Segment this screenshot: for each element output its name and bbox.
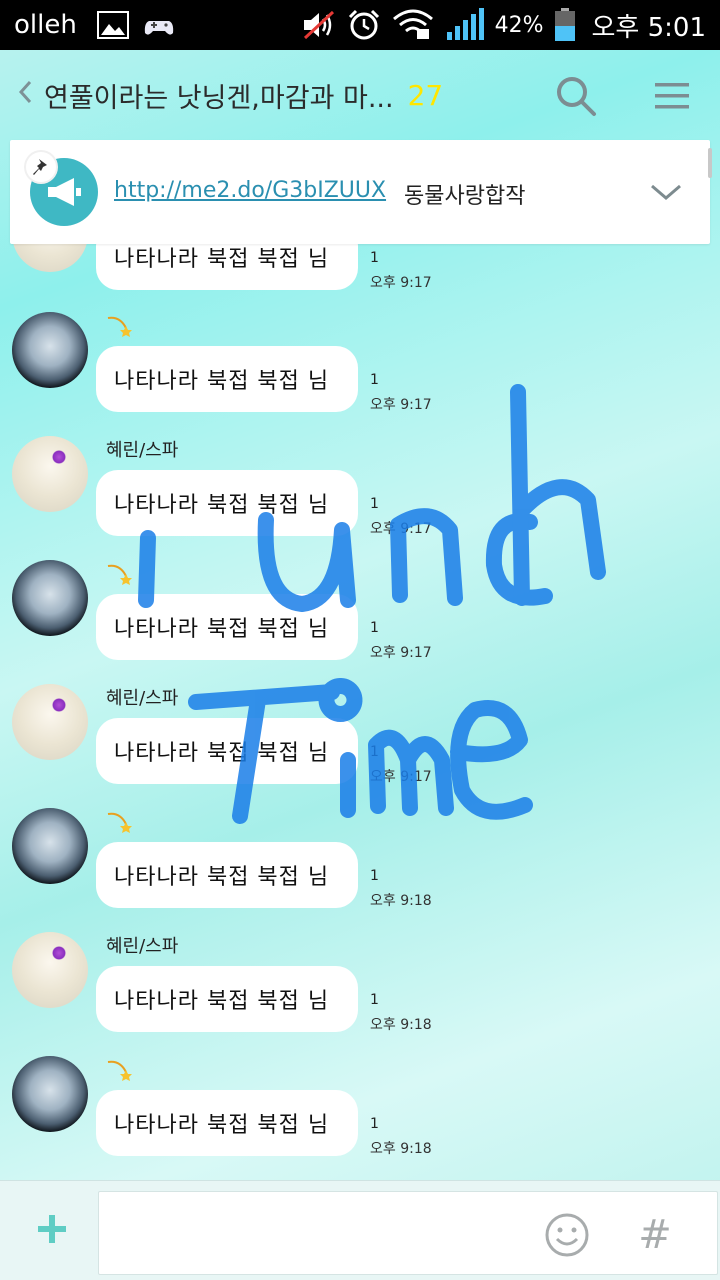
avatar[interactable] [12, 808, 88, 884]
message-item: 혜린/스파 나타나라 북접 북접 님 1 오후 9:17 [0, 684, 720, 804]
message-time: 오후 9:18 [370, 1141, 432, 1157]
pin-icon[interactable] [26, 152, 56, 182]
status-clock: 오후 5:01 [591, 12, 707, 43]
announcement-banner[interactable]: http://me2.do/G3bIZUUX 동물사랑합작 [10, 140, 710, 244]
hashtag-button[interactable]: # [632, 1212, 678, 1258]
chevron-left-icon [18, 80, 32, 103]
chat-title[interactable]: 연풀이라는 낫닝겐,마감과 마... [44, 76, 394, 115]
chevron-down-icon [651, 184, 681, 200]
carrier-name: olleh [14, 10, 77, 40]
shooting-star-icon [107, 564, 132, 585]
unread-count: 1 [370, 744, 379, 760]
avatar[interactable] [12, 312, 88, 388]
sender-name: 혜린/스파 [106, 440, 179, 461]
shooting-star-icon [107, 812, 132, 833]
sender-name: 혜린/스파 [106, 688, 179, 709]
avatar[interactable] [12, 684, 88, 760]
gamepad-icon [143, 11, 175, 39]
announcement-link[interactable]: http://me2.do/G3bIZUUX [114, 178, 386, 203]
message-input[interactable] [98, 1191, 718, 1275]
message-item: 나타나라 북접 북접 님 1 오후 9:18 [0, 808, 720, 928]
message-item: 나타나라 북접 북접 님 1 오후 9:17 [0, 560, 720, 680]
chat-header: 연풀이라는 낫닝겐,마감과 마... 27 [0, 50, 720, 140]
avatar[interactable] [12, 1056, 88, 1132]
message-time: 오후 9:17 [370, 397, 432, 413]
shooting-star-icon [107, 1060, 132, 1081]
menu-button[interactable] [648, 72, 696, 120]
search-icon [557, 77, 596, 116]
battery-icon [554, 8, 575, 41]
mute-icon [303, 10, 334, 40]
message-time: 오후 9:17 [370, 521, 432, 537]
member-count: 27 [407, 78, 444, 112]
message-item: 혜린/스파 나타나라 북접 북접 님 1 오후 9:18 [0, 932, 720, 1052]
message-item: 나타나라 북접 북접 님 1 오후 9:18 [0, 1056, 720, 1176]
hamburger-menu-icon [655, 83, 689, 109]
message-time: 오후 9:18 [370, 1017, 432, 1033]
battery-percent: 42% [494, 12, 544, 38]
emoji-button[interactable] [544, 1212, 590, 1258]
unread-count: 1 [370, 992, 379, 1008]
message-time: 오후 9:17 [370, 645, 432, 661]
attach-button[interactable] [26, 1203, 78, 1255]
message-item: 혜린/스파 나타나라 북접 북접 님 1 오후 9:17 [0, 436, 720, 556]
unread-count: 1 [370, 620, 379, 636]
message-time: 오후 9:17 [370, 275, 432, 291]
status-bar: olleh 42% 오후 5:01 [0, 0, 720, 50]
plus-icon [38, 1215, 66, 1243]
avatar[interactable] [12, 560, 88, 636]
message-time: 오후 9:17 [370, 769, 432, 785]
emoji-icon [545, 1213, 589, 1257]
message-bubble[interactable]: 나타나라 북접 북접 님 [96, 1090, 358, 1156]
back-button[interactable] [10, 78, 40, 113]
message-bubble[interactable]: 나타나라 북접 북접 님 [96, 594, 358, 660]
search-button[interactable] [552, 72, 600, 120]
avatar[interactable] [12, 932, 88, 1008]
sender-name: 혜린/스파 [106, 936, 179, 957]
unread-count: 1 [370, 1116, 379, 1132]
signal-icon [446, 8, 484, 40]
message-input-bar [0, 1180, 720, 1280]
unread-count: 1 [370, 868, 379, 884]
message-bubble[interactable]: 나타나라 북접 북접 님 [96, 470, 358, 536]
avatar[interactable] [12, 436, 88, 512]
image-icon [96, 11, 129, 39]
message-bubble[interactable]: 나타나라 북접 북접 님 [96, 966, 358, 1032]
expand-announcement-button[interactable] [646, 174, 686, 210]
message-bubble[interactable]: 나타나라 북접 북접 님 [96, 346, 358, 412]
unread-count: 1 [370, 372, 379, 388]
unread-count: 1 [370, 496, 379, 512]
message-item: 나타나라 북접 북접 님 1 오후 9:17 [0, 312, 720, 432]
unread-count: 1 [370, 250, 379, 266]
message-time: 오후 9:18 [370, 893, 432, 909]
shooting-star-icon [107, 316, 132, 337]
scrollbar[interactable] [708, 148, 712, 178]
message-bubble[interactable]: 나타나라 북접 북접 님 [96, 842, 358, 908]
wifi-lock-icon [392, 9, 433, 39]
alarm-icon [348, 9, 379, 40]
message-bubble[interactable]: 나타나라 북접 북접 님 [96, 718, 358, 784]
announcement-text: 동물사랑합작 [404, 184, 526, 209]
